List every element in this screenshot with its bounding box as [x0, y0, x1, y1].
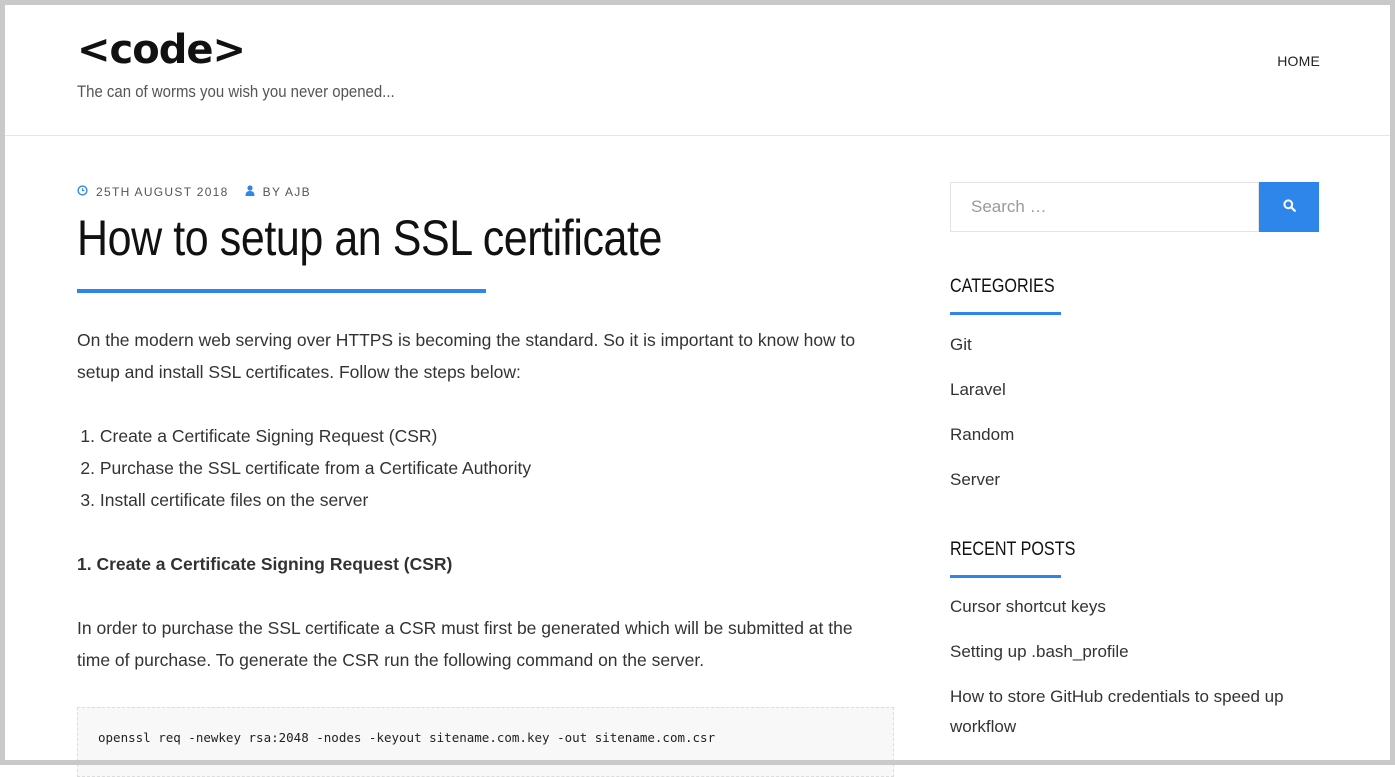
list-item: Cursor shortcut keys [950, 592, 1295, 622]
list-item: Server [950, 469, 1014, 514]
section-heading: 1. Create a Certificate Signing Request … [77, 554, 453, 574]
list-item: Setting up .bash_profile [950, 637, 1295, 667]
recent-posts-title: RECENT POSTS [950, 539, 1076, 560]
list-item: 3. Install certificate files on the serv… [80, 490, 369, 510]
post-meta: 25TH AUGUST 2018 BY AJB [77, 185, 311, 199]
site-title[interactable]: <code> [77, 27, 246, 73]
recent-posts-underline [950, 575, 1061, 578]
post-date[interactable]: 25TH AUGUST 2018 [96, 185, 229, 199]
category-link-git[interactable]: Git [950, 335, 972, 354]
nav-home-link[interactable]: HOME [1277, 53, 1320, 69]
search-icon [1282, 199, 1296, 215]
list-item: Random [950, 424, 1014, 469]
recent-posts-list: Cursor shortcut keys Setting up .bash_pr… [950, 592, 1295, 765]
search-input[interactable] [950, 182, 1259, 232]
categories-list: Git Laravel Random Server [950, 334, 1014, 514]
site-header: <code> The can of worms you wish you nev… [5, 5, 1390, 136]
list-item: Git [950, 334, 1014, 379]
clock-icon [77, 185, 88, 199]
steps-list: 1. Create a Certificate Signing Request … [77, 420, 531, 516]
site-tagline: The can of worms you wish you never open… [77, 82, 395, 101]
list-item: Laravel [950, 379, 1014, 424]
section-paragraph: In order to purchase the SSL certificate… [77, 618, 853, 670]
recent-post-link[interactable]: Cursor shortcut keys [950, 597, 1106, 616]
list-item: 2. Purchase the SSL certificate from a C… [80, 458, 532, 478]
intro-paragraph: On the modern web serving over HTTPS is … [77, 330, 856, 382]
list-item: How to store GitHub credentials to speed… [950, 682, 1295, 742]
categories-title: CATEGORIES [950, 276, 1055, 297]
post-title: How to setup an SSL certificate [77, 210, 663, 266]
recent-post-link[interactable]: Setting up .bash_profile [950, 642, 1129, 661]
post-author[interactable]: BY AJB [263, 185, 311, 199]
categories-underline [950, 312, 1061, 315]
category-link-server[interactable]: Server [950, 470, 1000, 489]
category-link-random[interactable]: Random [950, 425, 1014, 444]
code-block[interactable]: openssl req -newkey rsa:2048 -nodes -key… [77, 707, 894, 777]
title-underline [77, 289, 486, 293]
recent-post-link[interactable]: How to store GitHub credentials to speed… [950, 687, 1284, 736]
user-icon [245, 185, 255, 199]
list-item: 1. Create a Certificate Signing Request … [80, 426, 438, 446]
search-button[interactable] [1259, 182, 1319, 232]
category-link-laravel[interactable]: Laravel [950, 380, 1006, 399]
